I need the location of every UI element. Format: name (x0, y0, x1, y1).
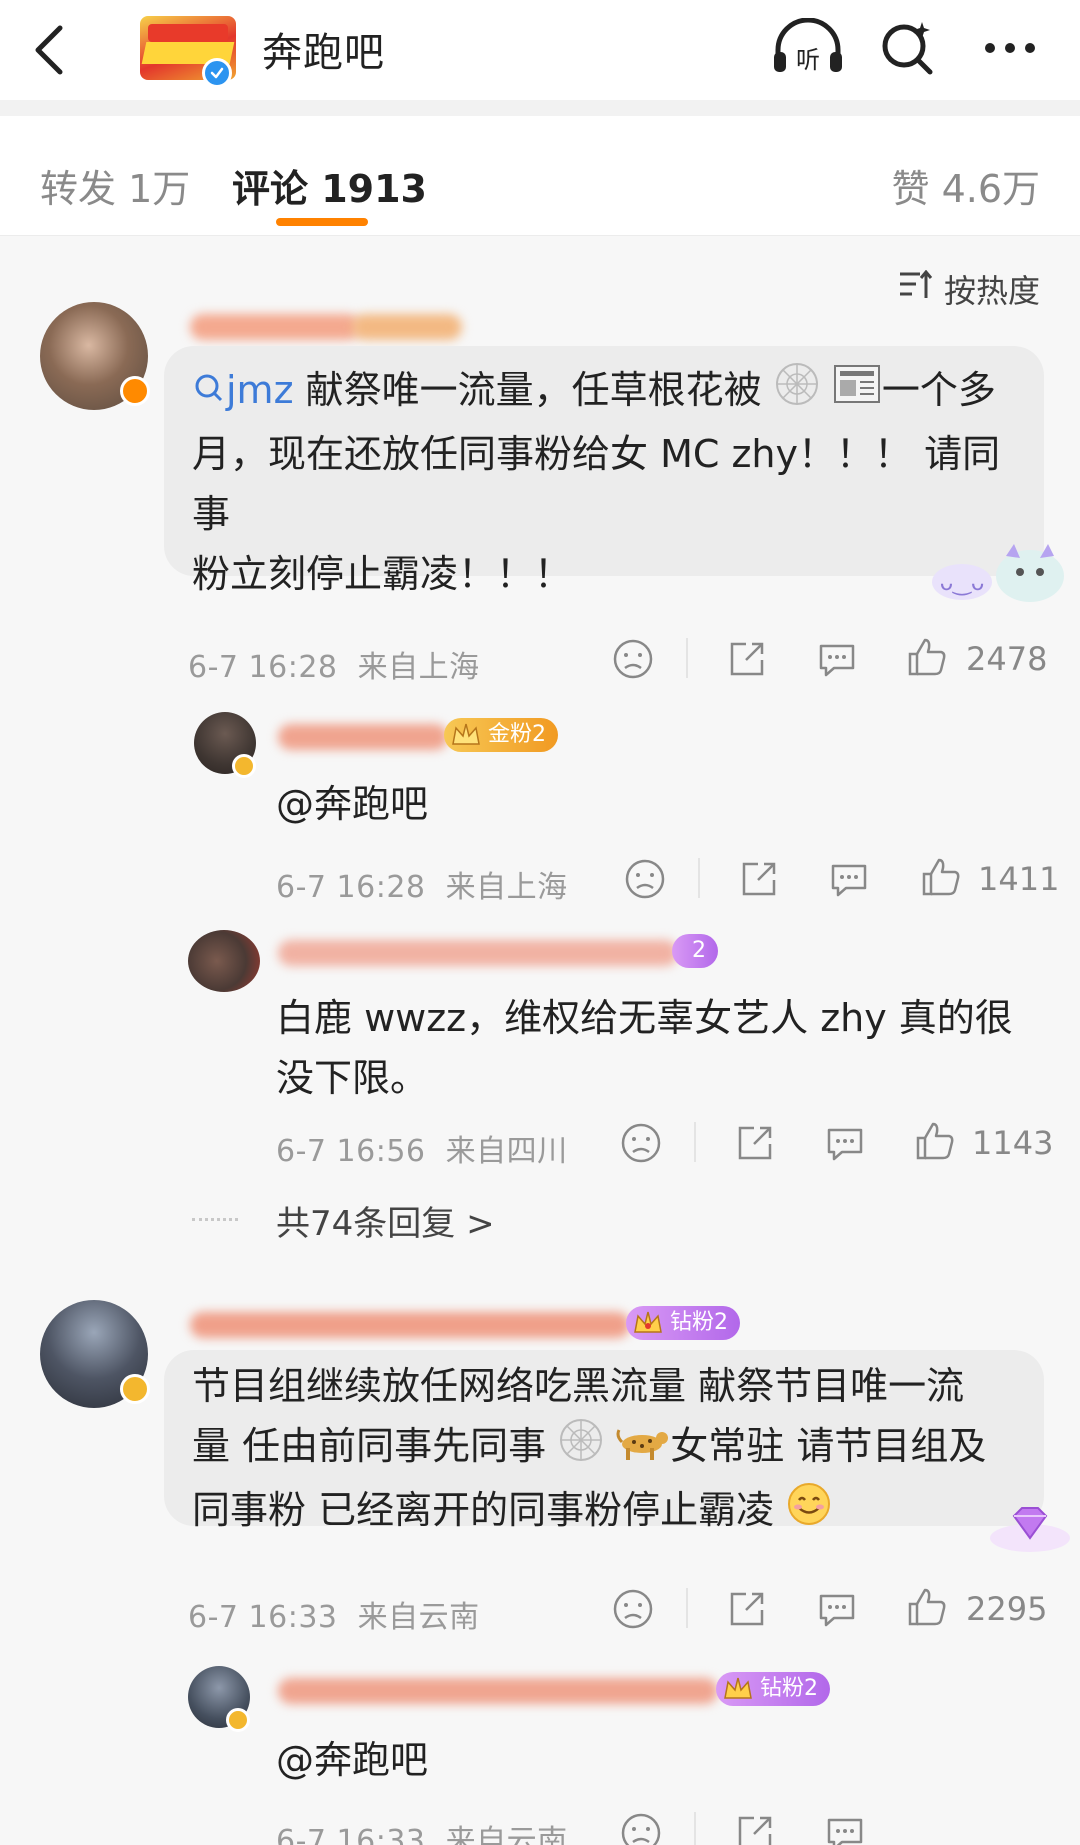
action-separator (686, 1588, 688, 1628)
fan-badge: 2 (672, 934, 718, 968)
share-icon[interactable] (734, 1812, 776, 1845)
fan-badge: 金粉2 (444, 718, 558, 752)
dislike-face-icon[interactable] (624, 858, 666, 900)
reply-text[interactable]: @奔跑吧 (276, 774, 428, 834)
comment-bubble: jmz 献祭唯一流量，任草根花被 一个多 月，现在还放任同事粉给女 MC zhy… (164, 346, 1044, 596)
more-icon[interactable] (980, 18, 1040, 78)
share-icon[interactable] (726, 638, 768, 680)
sort-icon (898, 269, 934, 308)
reply-timestamp: 6-7 16:56 来自四川 (276, 1134, 568, 1169)
username-blurred[interactable] (278, 940, 678, 966)
reply-icon[interactable] (824, 1812, 866, 1845)
tab-bar: 转发 1万 评论 1913 赞 4.6万 (0, 116, 1080, 236)
dislike-face-icon[interactable] (612, 638, 654, 680)
fan-badge-blurred (352, 314, 462, 340)
comment-timestamp: 6-7 16:33 来自云南 (188, 1600, 480, 1635)
like-count: 1411 (978, 860, 1060, 898)
bubble-decoration-sticker: ᴗ‿ᴗ (922, 538, 1072, 608)
reply-icon[interactable] (828, 858, 870, 900)
comment-text-a: 献祭唯一流量，任草根花被 (305, 368, 762, 412)
reply-icon[interactable] (816, 638, 858, 680)
like-thumb-icon[interactable] (906, 636, 948, 678)
action-separator (694, 1812, 696, 1845)
reply-text[interactable]: @奔跑吧 (276, 1730, 428, 1790)
web-emoji-icon (774, 361, 820, 424)
dislike-face-icon[interactable] (612, 1588, 654, 1630)
back-arrow-icon[interactable] (30, 22, 70, 78)
sort-button[interactable]: 按热度 (898, 266, 1040, 312)
like-thumb-icon[interactable] (914, 1120, 956, 1162)
fan-badge: 钻粉2 (716, 1672, 830, 1706)
tab-comments[interactable]: 评论 1913 (232, 158, 427, 213)
verified-gold-icon (226, 1708, 250, 1732)
like-count: 2478 (966, 640, 1048, 678)
verified-orange-icon (120, 376, 150, 406)
comment-text-d: 粉立刻停止霸凌！！！ (192, 552, 573, 596)
username-blurred[interactable] (278, 1678, 718, 1704)
like-count: 1143 (972, 1124, 1054, 1162)
crown-icon (722, 1674, 754, 1704)
svg-text:听: 听 (796, 46, 820, 74)
dislike-face-icon[interactable] (620, 1812, 662, 1845)
reply-text: 白鹿 wwzz，维权给无辜女艺人 zhy 真的很 没下限。 (276, 996, 1013, 1100)
more-replies-link[interactable]: 共74条回复 > (276, 1196, 495, 1245)
comment-bubble: 节目组继续放任网络吃黑流量 献祭节目唯一流 量 任由前同事先同事 女常驻 请节目… (164, 1350, 1044, 1532)
leopard-emoji-icon (616, 1419, 670, 1479)
reply-icon[interactable] (824, 1122, 866, 1164)
comment-timestamp: 6-7 16:28 来自上海 (188, 650, 480, 685)
search-icon[interactable] (878, 18, 938, 78)
verified-gold-icon (232, 754, 256, 778)
share-icon[interactable] (734, 1122, 776, 1164)
like-thumb-icon[interactable] (920, 856, 962, 898)
comment-text-c: 月，现在还放任同事粉给女 MC zhy！！！ 请同事 (192, 432, 1001, 536)
crown-icon (632, 1308, 664, 1338)
action-separator (694, 1122, 696, 1162)
listen-headphones-icon[interactable]: 听 (770, 17, 842, 78)
crown-icon (450, 720, 482, 750)
avatar[interactable] (188, 930, 260, 992)
divider (0, 100, 1080, 116)
search-topic-icon (192, 363, 226, 423)
verified-badge-icon (202, 58, 232, 88)
fan-badge: 钻粉2 (626, 1306, 740, 1340)
comment-text-b: 一个多 (881, 368, 996, 412)
active-tab-indicator (276, 218, 368, 226)
diamond-decoration-sticker (988, 1498, 1072, 1558)
smile-emoji-icon (786, 1481, 832, 1544)
username-blurred[interactable] (190, 1312, 630, 1338)
like-thumb-icon[interactable] (906, 1586, 948, 1628)
tab-likes[interactable]: 赞 4.6万 (891, 158, 1040, 213)
reply-icon[interactable] (816, 1588, 858, 1630)
more-replies-dots (192, 1218, 238, 1221)
sort-label: 按热度 (943, 272, 1040, 310)
reply-timestamp: 6-7 16:28 来自上海 (276, 870, 568, 905)
share-icon[interactable] (726, 1588, 768, 1630)
username-blurred[interactable] (190, 314, 360, 340)
svg-text:ᴗ‿ᴗ: ᴗ‿ᴗ (940, 571, 985, 596)
like-count: 2295 (966, 1590, 1048, 1628)
topic-link[interactable]: jmz (226, 368, 294, 412)
share-icon[interactable] (738, 858, 780, 900)
verified-gold-icon (120, 1374, 150, 1404)
account-name[interactable]: 奔跑吧 (262, 20, 385, 78)
username-blurred[interactable] (278, 724, 448, 750)
action-separator (698, 858, 700, 898)
reply-timestamp: 6-7 16:33 来自云南 (276, 1824, 568, 1845)
newspaper-emoji-icon (832, 362, 882, 423)
top-bar: 奔跑吧 听 (0, 0, 1080, 100)
web-emoji-icon (558, 1417, 604, 1480)
comment-list: 按热度 jmz 献祭唯一流量，任草根花被 一个多 月，现在还放任同事粉给女 MC… (0, 236, 1080, 1845)
dislike-face-icon[interactable] (620, 1122, 662, 1164)
action-separator (686, 638, 688, 678)
tab-reposts[interactable]: 转发 1万 (40, 158, 190, 213)
